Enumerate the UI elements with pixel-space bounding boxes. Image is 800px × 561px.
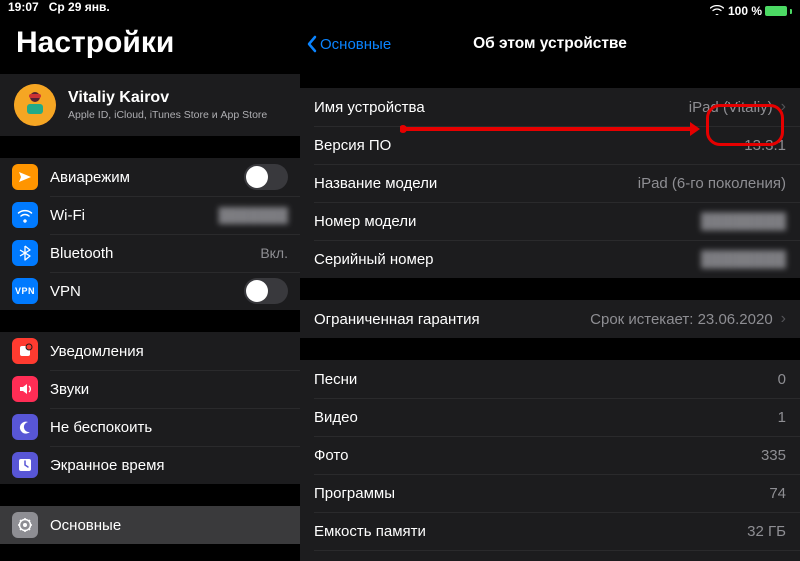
apple-id-subtitle: Apple ID, iCloud, iTunes Store и App Sto… (68, 109, 267, 121)
detail-row-label: Емкость памяти (314, 523, 747, 540)
detail-row-label: Ограниченная гарантия (314, 311, 590, 328)
detail-row-value: 32 ГБ (747, 523, 786, 540)
detail-row-label: Видео (314, 409, 778, 426)
sidebar-item-vpn[interactable]: VPN VPN (0, 272, 300, 310)
sidebar-item-экранное-время[interactable]: Экранное время (0, 446, 300, 484)
apple-id-row[interactable]: Vitaliy Kairov Apple ID, iCloud, iTunes … (0, 74, 300, 136)
detail-row-доступно: Доступно8,01 ГБ (300, 550, 800, 561)
sidebar-item-label: Wi-Fi (50, 207, 219, 224)
apple-id-name: Vitaliy Kairov (68, 89, 267, 107)
sidebar-item-bluetooth[interactable]: BluetoothВкл. (0, 234, 300, 272)
toggle[interactable] (244, 278, 288, 304)
detail-row-label: Песни (314, 371, 778, 388)
chevron-right-icon: › (781, 310, 786, 328)
detail-row-label: Имя устройства (314, 99, 689, 116)
wifi-status-icon (710, 4, 724, 18)
detail-row-value: 13.3.1 (744, 137, 786, 154)
notifications-icon (12, 338, 38, 364)
sidebar-item-label: Авиарежим (50, 169, 244, 186)
back-label: Основные (320, 36, 391, 53)
battery-indicator: 100 % (728, 4, 792, 18)
sidebar-item-звуки[interactable]: Звуки (0, 370, 300, 408)
dnd-icon (12, 414, 38, 440)
detail-row-value: iPad (Vitaliy) (689, 99, 773, 116)
sidebar-item-label: Bluetooth (50, 245, 260, 262)
wifi-icon (12, 202, 38, 228)
status-bar-right: 100 % (300, 0, 800, 22)
sidebar-item-уведомления[interactable]: Уведомления (0, 332, 300, 370)
detail-row-песни: Песни0 (300, 360, 800, 398)
detail-row-номер-модели: Номер модели████████ (300, 202, 800, 240)
detail-row-label: Версия ПО (314, 137, 744, 154)
detail-row-value: iPad (6-го поколения) (638, 175, 786, 192)
sidebar-item-label: Не беспокоить (50, 419, 288, 436)
detail-row-value: 0 (778, 371, 786, 388)
detail-row-видео: Видео1 (300, 398, 800, 436)
detail-row-value: Срок истекает: 23.06.2020 (590, 311, 773, 328)
detail-row-label: Программы (314, 485, 769, 502)
detail-row-серийный-номер: Серийный номер████████ (300, 240, 800, 278)
detail-row-label: Фото (314, 447, 761, 464)
airplane-icon (12, 164, 38, 190)
detail-row-label: Серийный номер (314, 251, 701, 268)
back-button[interactable]: Основные (300, 35, 391, 53)
page-title: Настройки (0, 14, 300, 74)
status-bar: 19:07 Ср 29 янв. (0, 0, 300, 14)
status-time: 19:07 (8, 0, 39, 14)
sidebar-item-value: ███████ (219, 207, 288, 223)
detail-row-версия-по: Версия ПО13.3.1 (300, 126, 800, 164)
detail-row-value: ████████ (701, 213, 786, 230)
sidebar-item-основные[interactable]: Основные (0, 506, 300, 544)
sidebar-item-label: Основные (50, 517, 288, 534)
vpn-icon: VPN (12, 278, 38, 304)
detail-header: Основные Об этом устройстве (300, 22, 800, 66)
chevron-right-icon: › (781, 98, 786, 116)
sidebar-item-wi-fi[interactable]: Wi-Fi███████ (0, 196, 300, 234)
sidebar-item-label: VPN (50, 283, 244, 300)
sidebar-item-авиарежим[interactable]: Авиарежим (0, 158, 300, 196)
detail-row-value: ████████ (701, 251, 786, 268)
status-date: Ср 29 янв. (49, 0, 110, 14)
detail-row-value: 335 (761, 447, 786, 464)
detail-row-value: 1 (778, 409, 786, 426)
detail-row-value: 74 (769, 485, 786, 502)
screentime-icon (12, 452, 38, 478)
sounds-icon (12, 376, 38, 402)
chevron-left-icon (306, 35, 318, 53)
detail-row-фото: Фото335 (300, 436, 800, 474)
avatar (14, 84, 56, 126)
detail-row-название-модели: Название моделиiPad (6-го поколения) (300, 164, 800, 202)
general-icon (12, 512, 38, 538)
sidebar-item-label: Экранное время (50, 457, 288, 474)
sidebar-item-label: Звуки (50, 381, 288, 398)
detail-row-емкость-памяти: Емкость памяти32 ГБ (300, 512, 800, 550)
detail-row-label: Название модели (314, 175, 638, 192)
detail-row-программы: Программы74 (300, 474, 800, 512)
toggle[interactable] (244, 164, 288, 190)
detail-row-label: Номер модели (314, 213, 701, 230)
sidebar-item-value: Вкл. (260, 245, 288, 261)
sidebar-item-label: Уведомления (50, 343, 288, 360)
detail-row-ограниченная-гарантия[interactable]: Ограниченная гарантияСрок истекает: 23.0… (300, 300, 800, 338)
bluetooth-icon (12, 240, 38, 266)
sidebar-item-не-беспокоить[interactable]: Не беспокоить (0, 408, 300, 446)
detail-row-имя-устройства[interactable]: Имя устройстваiPad (Vitaliy) › (300, 88, 800, 126)
